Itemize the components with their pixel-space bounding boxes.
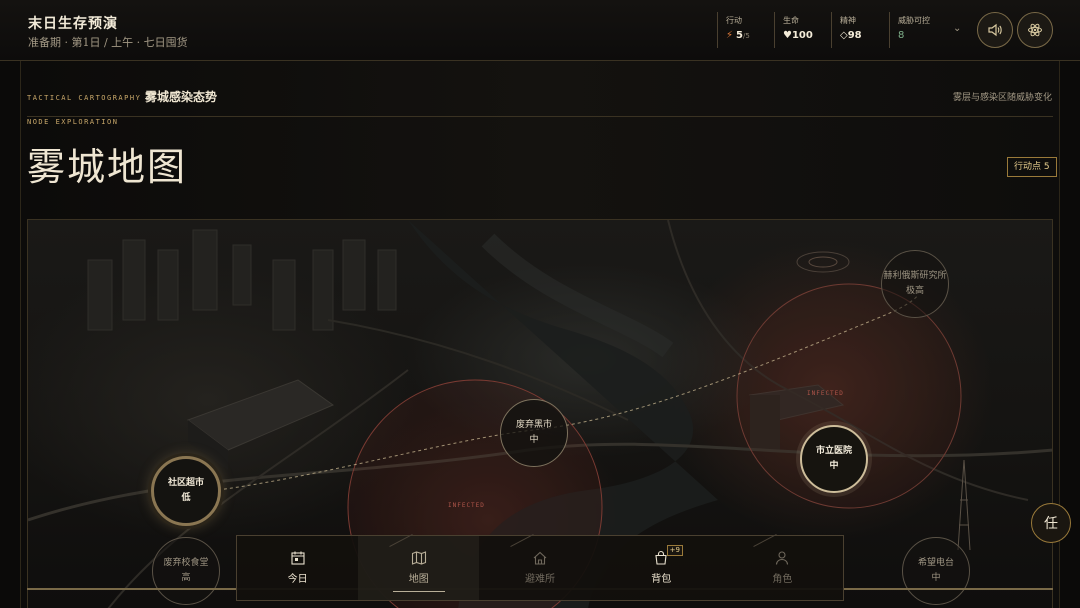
stat-health: 生命 ♥100 <box>774 12 813 48</box>
map-node-black-market[interactable]: 废弃黑市 中 <box>500 399 568 467</box>
map-node-research-institute[interactable]: 赫利俄斯研究所 极高 <box>881 250 949 318</box>
nav-bag[interactable]: +9 背包 <box>601 536 722 600</box>
map-node-school-canteen[interactable]: 废弃校食堂 高 <box>152 537 220 605</box>
nav-today[interactable]: 今日 <box>237 536 358 600</box>
node-name: 赫利俄斯研究所 <box>883 271 947 281</box>
bag-count-badge: +9 <box>666 545 683 556</box>
node-level: 高 <box>181 573 191 583</box>
atom-icon <box>1028 23 1042 37</box>
stat-spirit-label: 精神 <box>840 16 856 25</box>
nav-character[interactable]: 角色 <box>722 533 843 600</box>
nav-map[interactable]: 地图 <box>358 533 480 600</box>
nav-decoration <box>510 533 535 548</box>
node-name: 社区超市 <box>167 478 204 488</box>
stat-health-label: 生命 <box>783 16 799 25</box>
section-kicker: TACTICAL CARTOGRAPHY <box>27 94 142 102</box>
section-title: 雾城感染态势 <box>145 90 218 104</box>
node-level: 中 <box>931 573 941 583</box>
nav-label: 今日 <box>287 574 308 585</box>
node-level: 中 <box>529 435 539 445</box>
divider <box>27 116 1053 117</box>
stat-health-value: ♥100 <box>783 30 813 41</box>
node-name: 希望电台 <box>917 558 954 568</box>
stat-threat[interactable]: 威胁可控 8 <box>889 12 930 48</box>
nav-label: 地图 <box>408 574 429 585</box>
nav-decoration <box>753 533 777 548</box>
section-note: 雾层与感染区随威胁变化 <box>952 93 1052 103</box>
calendar-icon <box>291 551 305 565</box>
page-title: 雾城地图 <box>27 145 188 189</box>
app-subtitle: 准备期 · 第1日 / 上午 · 七日囤货 <box>28 36 188 49</box>
nav-label: 避难所 <box>525 574 555 585</box>
sound-button[interactable] <box>977 12 1013 48</box>
nav-label: 角色 <box>772 574 793 585</box>
stat-action-label: 行动 <box>726 16 742 25</box>
action-points-badge: 行动点 5 <box>1007 157 1057 177</box>
infected-zone-label: INFECTED <box>807 390 844 397</box>
chevron-down-icon[interactable]: ⌄ <box>953 23 961 34</box>
stat-action-value: ⚡ 5/5 <box>726 30 750 41</box>
bottom-nav: 今日 地图 避难所 +9 背包 角色 <box>236 533 844 601</box>
map-icon <box>411 551 426 565</box>
active-indicator <box>393 591 446 592</box>
house-icon <box>533 551 547 565</box>
stat-spirit-value: ◇98 <box>840 30 862 41</box>
stat-threat-value: 8 <box>898 30 905 41</box>
node-level: 极高 <box>905 286 924 296</box>
top-bar: 末日生存预演 准备期 · 第1日 / 上午 · 七日囤货 行动 ⚡ 5/5 生命 … <box>0 0 1080 61</box>
section-subkicker: NODE EXPLORATION <box>27 118 119 126</box>
stat-action: 行动 ⚡ 5/5 <box>717 12 750 48</box>
node-name: 废弃校食堂 <box>163 558 209 568</box>
nav-shelter[interactable]: 避难所 <box>479 533 600 600</box>
stat-threat-label: 威胁可控 <box>898 16 930 25</box>
node-name: 市立医院 <box>815 446 852 456</box>
person-icon <box>776 551 789 565</box>
settings-button[interactable] <box>1017 12 1053 48</box>
map-node-supermarket[interactable]: 社区超市 低 <box>151 456 221 526</box>
nav-decoration <box>389 533 413 548</box>
stat-spirit: 精神 ◇98 <box>831 12 862 48</box>
node-name: 废弃黑市 <box>515 420 552 430</box>
nav-label: 背包 <box>651 574 672 585</box>
map-node-hospital[interactable]: 市立医院 中 <box>800 425 868 493</box>
task-button[interactable]: 任 <box>1031 503 1071 543</box>
infected-zone-label: INFECTED <box>448 502 485 509</box>
lightning-icon: ⚡ <box>726 30 734 41</box>
app-title: 末日生存预演 <box>28 16 118 32</box>
speaker-icon <box>988 23 1002 37</box>
node-level: 中 <box>829 461 839 471</box>
node-level: 低 <box>181 493 191 503</box>
map-node-radio-station[interactable]: 希望电台 中 <box>902 537 970 605</box>
